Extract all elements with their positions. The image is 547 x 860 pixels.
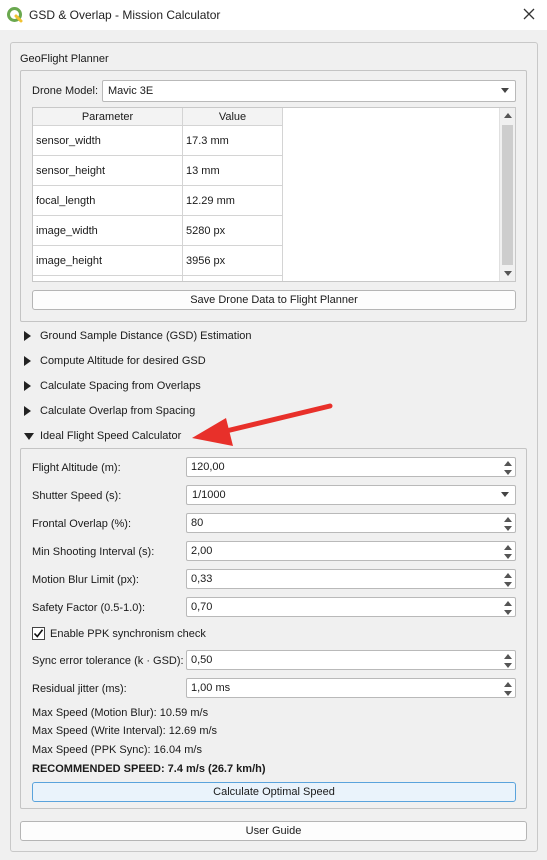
- safety-factor-input[interactable]: 0,70: [186, 597, 516, 617]
- collapse-arrow-icon: [24, 432, 34, 440]
- safety-factor-value: 0,70: [191, 601, 213, 613]
- section-label: Calculate Spacing from Overlaps: [40, 380, 201, 392]
- drone-model-select[interactable]: Mavic 3E: [102, 80, 516, 102]
- residual-jitter-input[interactable]: 1,00 ms: [186, 678, 516, 698]
- motion-blur-value: 0,33: [191, 573, 213, 585]
- sync-tolerance-label: Sync error tolerance (k · GSD):: [32, 655, 184, 667]
- section-label: Ideal Flight Speed Calculator: [40, 430, 182, 442]
- checkmark-icon: [33, 629, 44, 638]
- result-motion-blur: Max Speed (Motion Blur): 10.59 m/s: [32, 707, 209, 719]
- value-cell[interactable]: [183, 276, 283, 281]
- spin-arrows-icon[interactable]: [504, 601, 512, 615]
- user-guide-button[interactable]: User Guide: [20, 821, 527, 841]
- window-title: GSD & Overlap - Mission Calculator: [29, 8, 221, 22]
- spin-arrows-icon[interactable]: [504, 545, 512, 559]
- result-write-interval: Max Speed (Write Interval): 12.69 m/s: [32, 725, 218, 737]
- shooting-interval-value: 2,00: [191, 545, 213, 557]
- flight-altitude-value: 120,00: [191, 461, 225, 473]
- section-gsd-estimation[interactable]: Ground Sample Distance (GSD) Estimation: [24, 328, 252, 344]
- spin-arrows-icon[interactable]: [504, 682, 512, 696]
- shooting-interval-input[interactable]: 2,00: [186, 541, 516, 561]
- section-label: Calculate Overlap from Spacing: [40, 405, 196, 417]
- value-cell[interactable]: 3956 px: [183, 246, 283, 276]
- close-icon[interactable]: [521, 6, 537, 22]
- drone-model-value: Mavic 3E: [108, 85, 154, 97]
- sync-tolerance-value: 0,50: [191, 654, 213, 666]
- shutter-speed-select[interactable]: 1/1000: [186, 485, 516, 505]
- frontal-overlap-value: 80: [191, 517, 204, 529]
- table-row[interactable]: sensor_width 17.3 mm: [33, 126, 283, 156]
- expand-arrow-icon: [24, 356, 31, 366]
- drone-parameters-table: Parameter Value sensor_width 17.3 mm sen…: [32, 107, 516, 282]
- param-cell[interactable]: focal_length: [33, 186, 183, 216]
- spin-arrows-icon[interactable]: [504, 517, 512, 531]
- flight-altitude-input[interactable]: 120,00: [186, 457, 516, 477]
- save-drone-data-button[interactable]: Save Drone Data to Flight Planner: [32, 290, 516, 310]
- shutter-speed-value: 1/1000: [192, 489, 226, 501]
- chevron-down-icon: [501, 88, 509, 93]
- scroll-down-icon[interactable]: [504, 271, 512, 276]
- table-header: Parameter Value: [33, 108, 283, 126]
- section-label: Ground Sample Distance (GSD) Estimation: [40, 330, 252, 342]
- value-cell[interactable]: 17.3 mm: [183, 126, 283, 156]
- drone-model-label: Drone Model:: [32, 85, 99, 97]
- spin-arrows-icon[interactable]: [504, 654, 512, 668]
- qgis-icon: [7, 7, 23, 23]
- frontal-overlap-label: Frontal Overlap (%):: [32, 518, 132, 530]
- geoflight-group-title: GeoFlight Planner: [20, 53, 109, 65]
- table-row[interactable]: image_width 5280 px: [33, 216, 283, 246]
- sync-tolerance-input[interactable]: 0,50: [186, 650, 516, 670]
- section-flight-speed[interactable]: Ideal Flight Speed Calculator: [24, 428, 181, 444]
- safety-factor-label: Safety Factor (0.5-1.0):: [32, 602, 146, 614]
- table-row-partial[interactable]: [33, 276, 283, 281]
- ppk-checkbox[interactable]: [32, 627, 45, 640]
- shutter-speed-label: Shutter Speed (s):: [32, 490, 122, 502]
- param-cell[interactable]: [33, 276, 183, 281]
- column-header-value[interactable]: Value: [183, 108, 283, 126]
- param-cell[interactable]: image_width: [33, 216, 183, 246]
- table-scrollbar[interactable]: [499, 108, 515, 281]
- spin-arrows-icon[interactable]: [504, 461, 512, 475]
- residual-jitter-value: 1,00 ms: [191, 682, 231, 694]
- table-row[interactable]: focal_length 12.29 mm: [33, 186, 283, 216]
- value-cell[interactable]: 13 mm: [183, 156, 283, 186]
- expand-arrow-icon: [24, 406, 31, 416]
- expand-arrow-icon: [24, 381, 31, 391]
- shooting-interval-label: Min Shooting Interval (s):: [32, 546, 155, 558]
- ppk-check-label[interactable]: Enable PPK synchronism check: [50, 628, 206, 640]
- column-header-parameter[interactable]: Parameter: [33, 108, 183, 126]
- section-spacing-from-overlaps[interactable]: Calculate Spacing from Overlaps: [24, 378, 201, 394]
- value-cell[interactable]: 12.29 mm: [183, 186, 283, 216]
- section-overlap-from-spacing[interactable]: Calculate Overlap from Spacing: [24, 403, 195, 419]
- param-cell[interactable]: sensor_height: [33, 156, 183, 186]
- result-ppk-sync: Max Speed (PPK Sync): 16.04 m/s: [32, 744, 202, 756]
- title-bar: GSD & Overlap - Mission Calculator: [0, 0, 547, 30]
- param-cell[interactable]: image_height: [33, 246, 183, 276]
- expand-arrow-icon: [24, 331, 31, 341]
- param-cell[interactable]: sensor_width: [33, 126, 183, 156]
- residual-jitter-label: Residual jitter (ms):: [32, 683, 127, 695]
- flight-altitude-label: Flight Altitude (m):: [32, 462, 121, 474]
- chevron-down-icon: [501, 492, 509, 497]
- section-compute-altitude[interactable]: Compute Altitude for desired GSD: [24, 353, 206, 369]
- frontal-overlap-input[interactable]: 80: [186, 513, 516, 533]
- section-label: Compute Altitude for desired GSD: [40, 355, 206, 367]
- motion-blur-label: Motion Blur Limit (px):: [32, 574, 139, 586]
- table-row[interactable]: sensor_height 13 mm: [33, 156, 283, 186]
- value-cell[interactable]: 5280 px: [183, 216, 283, 246]
- recommended-speed: RECOMMENDED SPEED: 7.4 m/s (26.7 km/h): [32, 763, 266, 775]
- calculate-optimal-speed-button[interactable]: Calculate Optimal Speed: [32, 782, 516, 802]
- motion-blur-input[interactable]: 0,33: [186, 569, 516, 589]
- table-row[interactable]: image_height 3956 px: [33, 246, 283, 276]
- spin-arrows-icon[interactable]: [504, 573, 512, 587]
- scrollbar-thumb[interactable]: [502, 125, 513, 265]
- scroll-up-icon[interactable]: [504, 113, 512, 118]
